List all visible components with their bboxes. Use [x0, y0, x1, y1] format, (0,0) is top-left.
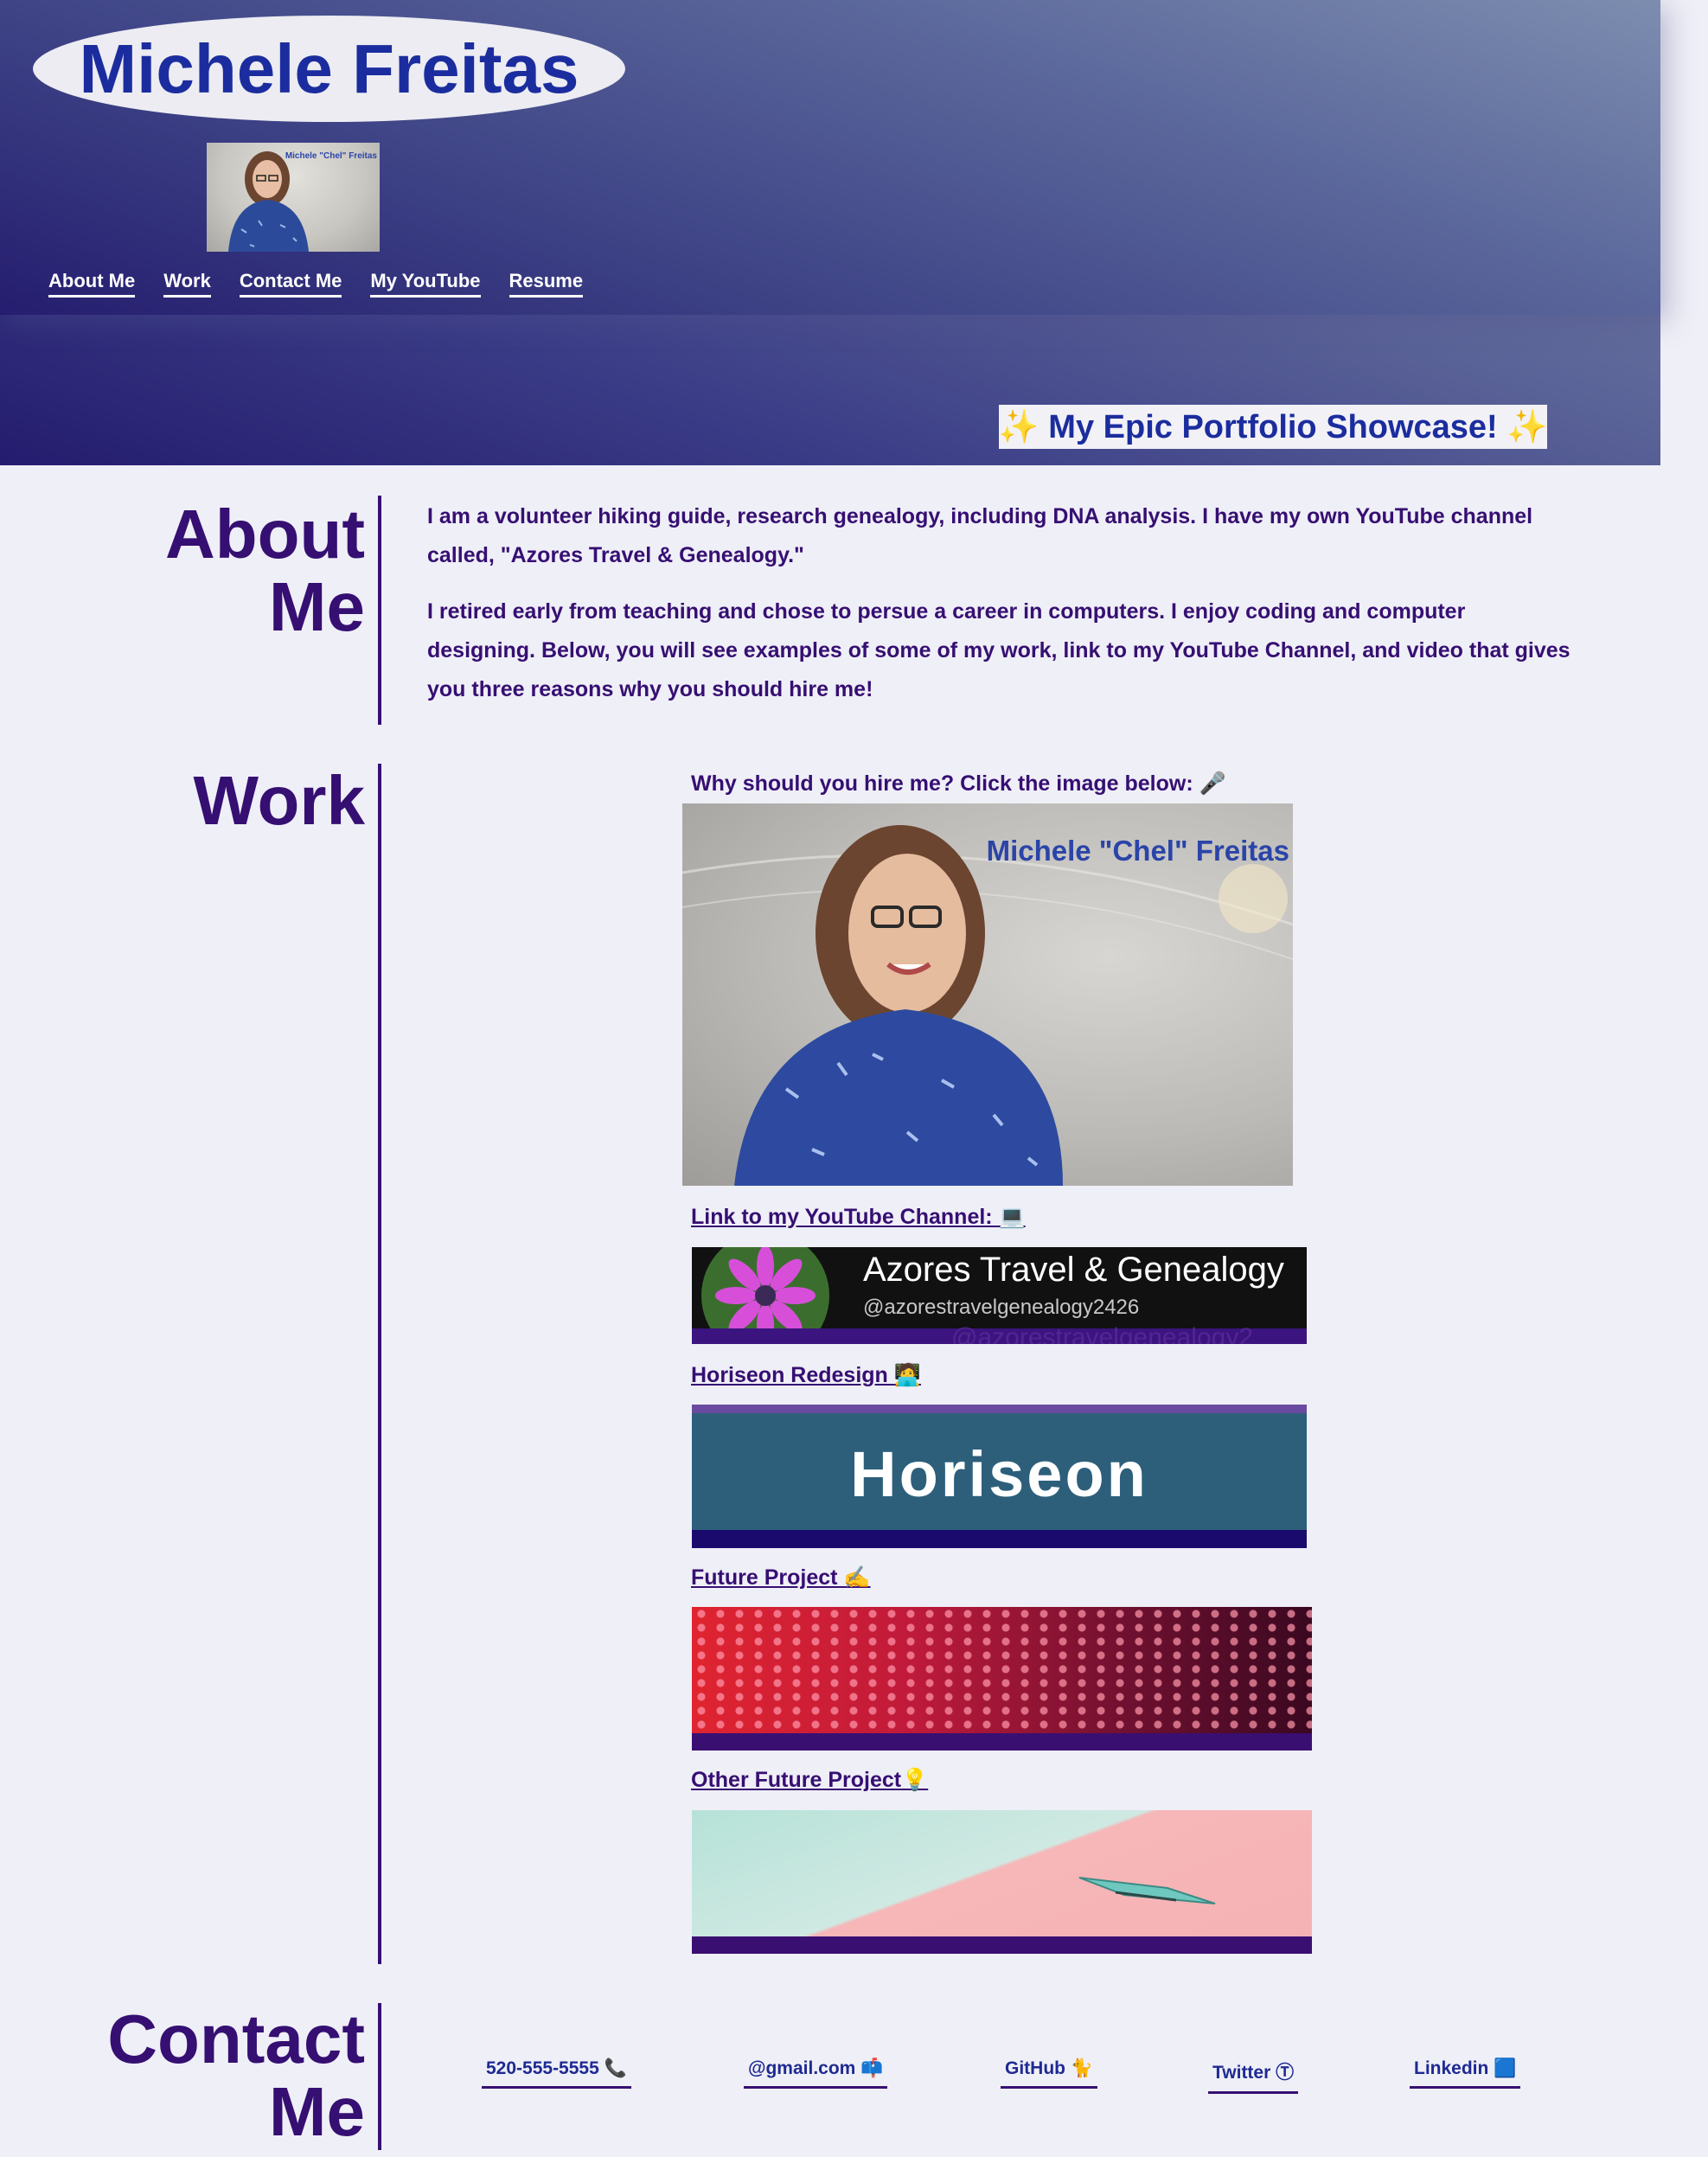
avatar-caption: Michele "Chel" Freitas	[285, 151, 377, 161]
horiseon-image[interactable]: Horiseon	[692, 1405, 1307, 1548]
nav-my-youtube[interactable]: My YouTube	[370, 270, 481, 298]
contact-phone-link[interactable]: 520-555-5555 📞	[482, 2058, 631, 2089]
about-text: I am a volunteer hiking guide, research …	[427, 497, 1577, 726]
contact-title-line2: Me	[268, 2073, 365, 2150]
nav-work[interactable]: Work	[163, 270, 211, 298]
other-future-project-image[interactable]	[692, 1810, 1312, 1954]
avatar: Michele "Chel" Freitas	[207, 143, 380, 252]
about-paragraph-1: I am a volunteer hiking guide, research …	[427, 504, 1533, 567]
future-bottom-stripe	[692, 1733, 1312, 1751]
about-title: About Me	[165, 498, 365, 643]
video-caption: Michele "Chel" Freitas	[986, 835, 1289, 867]
youtube-banner-handle: @azorestravelgenealogy2426	[863, 1296, 1140, 1319]
contact-linkedin-link[interactable]: Linkedin 🟦	[1410, 2058, 1521, 2089]
contact-links: 520-555-5555 📞 @gmail.com 📫 GitHub 🐈 Twi…	[482, 2058, 1524, 2102]
about-title-line2: Me	[268, 568, 365, 645]
contact-twitter-link[interactable]: Twitter Ⓣ	[1208, 2058, 1299, 2094]
future-project-image[interactable]	[692, 1607, 1312, 1751]
name-oval: Michele Freitas	[33, 16, 625, 122]
led-dots-pattern	[692, 1607, 1312, 1733]
work-divider	[378, 764, 381, 1964]
nav-about-me[interactable]: About Me	[48, 270, 136, 298]
contact-title-line1: Contact	[107, 2000, 365, 2077]
device-icon	[692, 1877, 1312, 1954]
horiseon-bottom-stripe	[692, 1530, 1307, 1548]
horiseon-top-stripe	[692, 1405, 1307, 1413]
contact-divider	[378, 2003, 381, 2150]
other-future-project-link[interactable]: Other Future Project💡	[691, 1768, 928, 1793]
about-paragraph-2: I retired early from teaching and chose …	[427, 599, 1570, 701]
youtube-channel-link[interactable]: Link to my YouTube Channel: 💻	[691, 1205, 1026, 1230]
work-title: Work	[193, 762, 365, 839]
nav-contact-me[interactable]: Contact Me	[239, 270, 342, 298]
hire-prompt: Why should you hire me? Click the image …	[691, 771, 1226, 796]
youtube-banner[interactable]: Azores Travel & Genealogy @azorestravelg…	[692, 1247, 1307, 1344]
horiseon-link[interactable]: Horiseon Redesign 🧑‍💻	[691, 1363, 921, 1388]
site-header: Michele Freitas Michele "Chel" Freitas A…	[0, 0, 1660, 315]
youtube-banner-title: Azores Travel & Genealogy	[863, 1251, 1284, 1289]
site-title: Michele Freitas	[79, 29, 579, 107]
youtube-banner-watermark: @azorestravelgenealogy2	[951, 1323, 1253, 1344]
about-divider	[378, 496, 381, 725]
nav-resume[interactable]: Resume	[509, 270, 584, 298]
main-nav: About Me Work Contact Me My YouTube Resu…	[48, 270, 584, 298]
showcase-banner: ✨ My Epic Portfolio Showcase! ✨	[998, 405, 1548, 449]
horiseon-banner-text: Horiseon	[850, 1438, 1148, 1510]
contact-title: Contact Me	[107, 2003, 365, 2148]
future-project-link[interactable]: Future Project ✍️	[691, 1565, 871, 1591]
about-title-line1: About	[164, 496, 365, 573]
hire-me-video-thumbnail[interactable]: Michele "Chel" Freitas	[682, 803, 1293, 1186]
contact-github-link[interactable]: GitHub 🐈	[1001, 2058, 1097, 2089]
contact-email-link[interactable]: @gmail.com 📫	[744, 2058, 888, 2089]
